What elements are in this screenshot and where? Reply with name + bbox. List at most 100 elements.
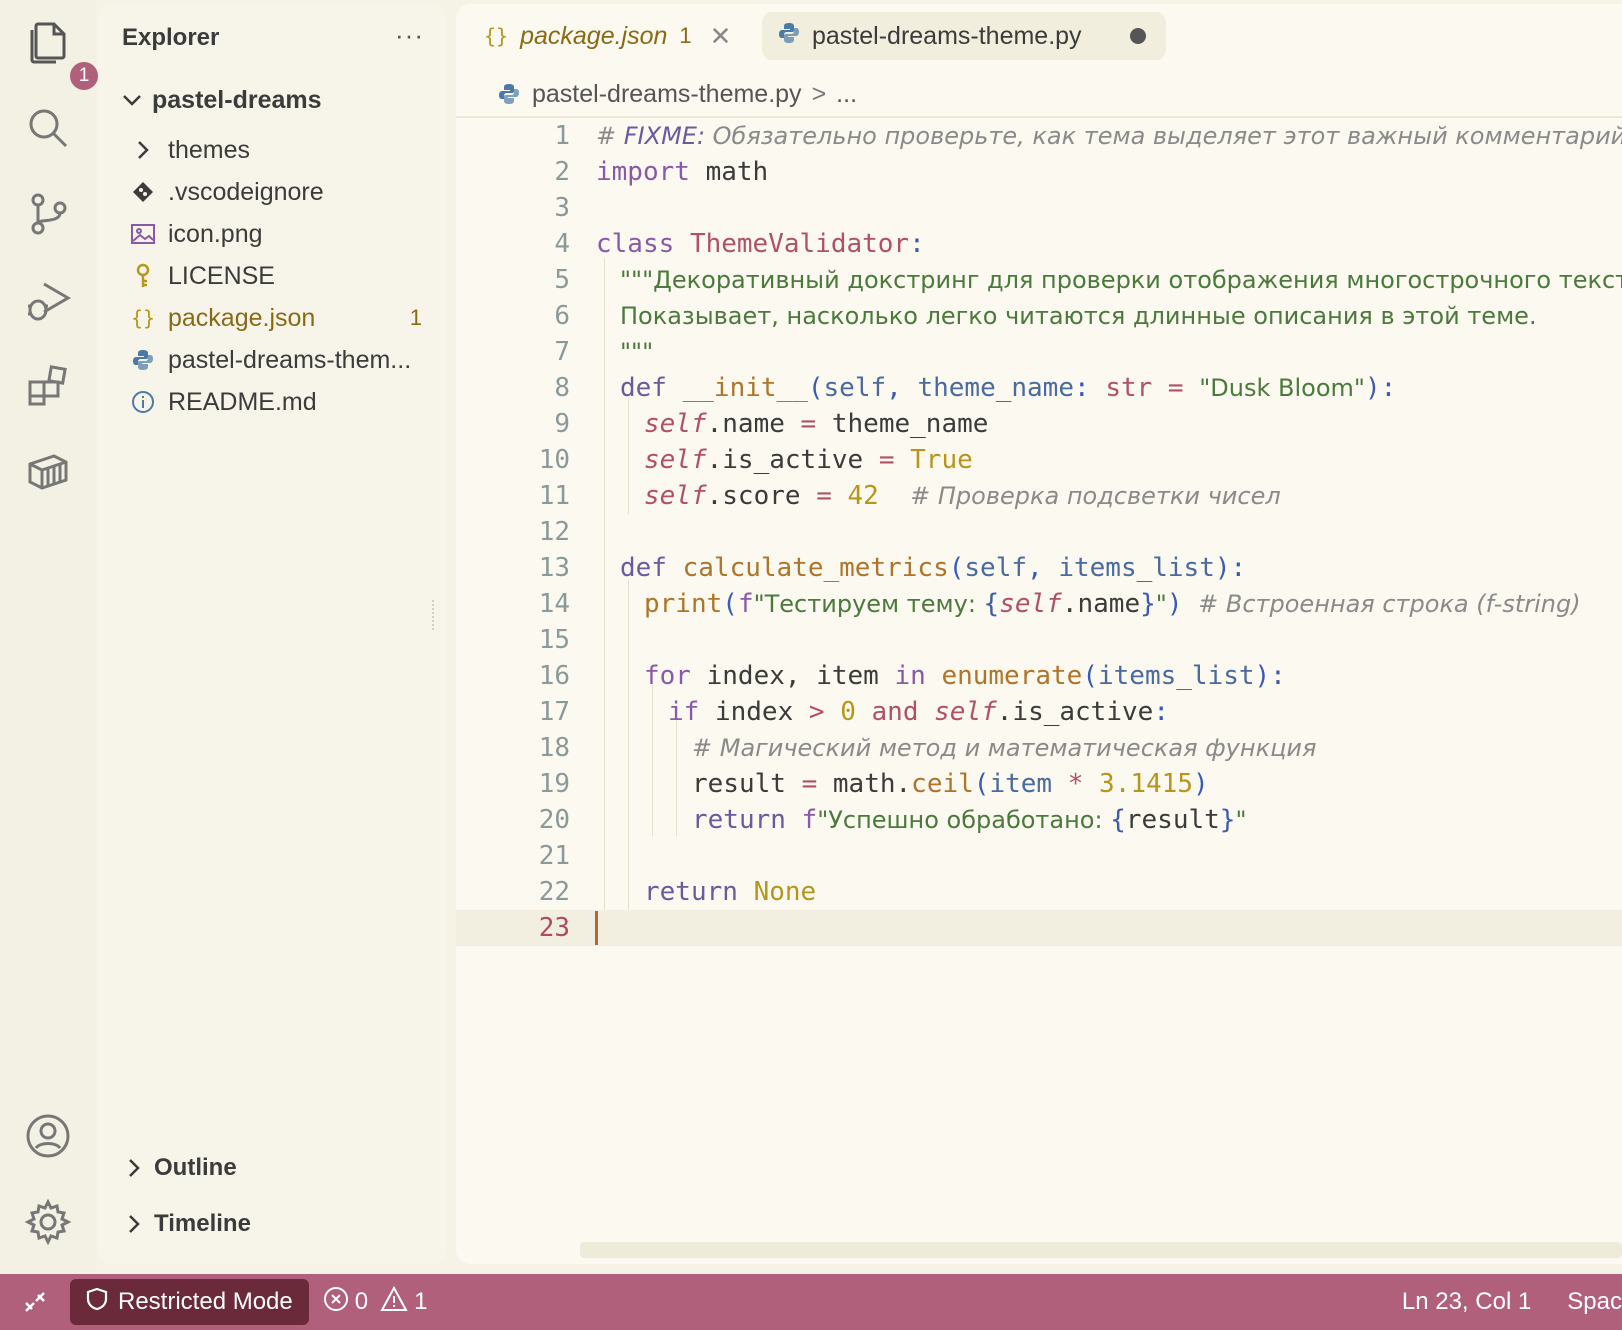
shield-icon bbox=[86, 1287, 108, 1317]
tree-item-label: themes bbox=[168, 135, 250, 164]
python-icon bbox=[128, 349, 158, 371]
activity-bar: 1 bbox=[0, 0, 100, 1272]
code-text: """Декоративный докстринг для проверки о… bbox=[620, 266, 1622, 294]
code-text: """ bbox=[620, 338, 654, 366]
line-number: 15 bbox=[538, 625, 570, 655]
code-line: 22 return None bbox=[456, 874, 1622, 910]
code-text: class ThemeValidator: bbox=[596, 229, 925, 259]
problem-count: 1 bbox=[409, 305, 422, 330]
tab-pastel-dreams-theme-py[interactable]: pastel-dreams-theme.py bbox=[762, 12, 1166, 60]
code-line: 2 import math bbox=[456, 154, 1622, 190]
indentation[interactable]: Spac bbox=[1567, 1288, 1622, 1316]
code-text: if index > 0 and self .is_active: bbox=[668, 697, 1169, 727]
error-icon bbox=[323, 1286, 349, 1319]
code-line: 11 self .score = 42 # Проверка подсветки ч… bbox=[456, 478, 1622, 514]
tree-item-package-json[interactable]: {} package.json 1 bbox=[98, 296, 446, 340]
line-number: 6 bbox=[554, 301, 570, 331]
problems-indicator[interactable]: 0 1 bbox=[323, 1285, 434, 1319]
breadcrumb-symbol[interactable]: ... bbox=[836, 80, 857, 109]
line-number: 16 bbox=[538, 661, 570, 691]
code-text: result = math. ceil(item * 3.1415) bbox=[692, 769, 1209, 799]
warning-count: 1 bbox=[414, 1288, 428, 1315]
more-actions-icon[interactable]: ··· bbox=[395, 20, 424, 51]
run-debug-icon[interactable] bbox=[22, 274, 74, 326]
code-text: self .is_active = True bbox=[644, 445, 973, 475]
sidebar-title: Explorer bbox=[122, 24, 220, 51]
tree-item-label: icon.png bbox=[168, 219, 263, 248]
python-icon bbox=[498, 83, 520, 105]
code-editor[interactable]: 1 # FIXME: Обязательно проверьте, как тем… bbox=[456, 118, 1622, 1264]
folder-name: pastel-dreams bbox=[152, 85, 322, 114]
line-number: 8 bbox=[554, 373, 570, 403]
source-control-icon[interactable] bbox=[22, 188, 74, 240]
breadcrumb-file[interactable]: pastel-dreams-theme.py bbox=[532, 80, 802, 109]
code-line: 12 bbox=[456, 514, 1622, 550]
code-line: 13 def calculate_metrics(self, items_list… bbox=[456, 550, 1622, 586]
settings-gear-icon[interactable] bbox=[22, 1196, 74, 1248]
code-line: 15 bbox=[456, 622, 1622, 658]
tab-package-json[interactable]: {} package.json 1 ✕ bbox=[468, 12, 747, 60]
line-number: 11 bbox=[538, 481, 570, 511]
cursor-position[interactable]: Ln 23, Col 1 bbox=[1402, 1288, 1531, 1316]
info-icon bbox=[128, 390, 158, 414]
code-text: for index, item in enumerate(items_list)… bbox=[644, 661, 1286, 691]
line-number: 2 bbox=[554, 157, 570, 187]
extensions-icon[interactable] bbox=[22, 360, 74, 412]
timeline-section[interactable]: Timeline bbox=[122, 1204, 251, 1244]
tab-label: pastel-dreams-theme.py bbox=[812, 21, 1082, 50]
code-line: 3 bbox=[456, 190, 1622, 226]
tab-problem-count: 1 bbox=[679, 23, 692, 48]
close-icon[interactable]: ✕ bbox=[710, 21, 732, 52]
unsaved-dot-icon[interactable] bbox=[1130, 28, 1146, 44]
code-text: return None bbox=[644, 877, 817, 907]
breadcrumb: pastel-dreams-theme.py > ... bbox=[498, 74, 857, 114]
code-line-current: 23 bbox=[456, 910, 1622, 946]
code-text: self .score = 42 # Проверка подсветки чис… bbox=[644, 481, 1281, 511]
sidebar-sash[interactable] bbox=[432, 600, 438, 630]
breadcrumb-separator: > bbox=[811, 79, 827, 108]
restricted-mode-button[interactable]: Restricted Mode bbox=[70, 1279, 309, 1325]
tree-item-label: .vscodeignore bbox=[168, 177, 324, 206]
line-number: 1 bbox=[554, 121, 570, 151]
remote-icon[interactable] bbox=[0, 1289, 70, 1315]
tree-item-python-file[interactable]: pastel-dreams-them... bbox=[98, 338, 446, 382]
line-number: 12 bbox=[538, 517, 570, 547]
outline-section[interactable]: Outline bbox=[122, 1148, 237, 1188]
line-number: 18 bbox=[538, 733, 570, 763]
tree-item-label: LICENSE bbox=[168, 261, 275, 290]
code-line: 4 class ThemeValidator: bbox=[456, 226, 1622, 262]
tree-item-vscodeignore[interactable]: .vscodeignore bbox=[98, 170, 446, 214]
line-number: 9 bbox=[554, 409, 570, 439]
files-icon[interactable]: 1 bbox=[22, 16, 100, 92]
code-line: 9 self .name = theme_name bbox=[456, 406, 1622, 442]
code-text: self .name = theme_name bbox=[644, 409, 989, 439]
chevron-right-icon bbox=[128, 140, 158, 160]
remote-explorer-icon[interactable] bbox=[22, 446, 74, 498]
error-count: 0 bbox=[354, 1288, 369, 1315]
tree-item-themes[interactable]: themes bbox=[98, 128, 446, 172]
folder-root[interactable]: pastel-dreams bbox=[98, 78, 446, 122]
line-number: 4 bbox=[554, 229, 570, 259]
key-icon bbox=[128, 263, 158, 289]
code-text: def calculate_metrics(self, items_list): bbox=[620, 553, 1247, 583]
horizontal-scrollbar[interactable] bbox=[580, 1242, 1622, 1258]
code-line: 16 for index, item in enumerate(items_lis… bbox=[456, 658, 1622, 694]
tree-item-license[interactable]: LICENSE bbox=[98, 254, 446, 298]
code-line: 17 if index > 0 and self .is_active: bbox=[456, 694, 1622, 730]
code-text: import math bbox=[596, 157, 769, 187]
code-line: 19 result = math. ceil(item * 3.1415) bbox=[456, 766, 1622, 802]
code-line: 1 # FIXME: Обязательно проверьте, как тем… bbox=[456, 118, 1622, 154]
line-number: 23 bbox=[538, 913, 570, 943]
tree-item-readme[interactable]: README.md bbox=[98, 380, 446, 424]
status-bar: Restricted Mode 0 1 Ln 23, Col 1 Spac bbox=[0, 1274, 1622, 1330]
code-line: 20 return f "Успешно обработано: {result} " bbox=[456, 802, 1622, 838]
code-line: 21 bbox=[456, 838, 1622, 874]
chevron-right-icon bbox=[122, 1158, 146, 1178]
search-icon[interactable] bbox=[22, 102, 74, 154]
line-number: 14 bbox=[538, 589, 570, 619]
line-number: 19 bbox=[538, 769, 570, 799]
account-icon[interactable] bbox=[22, 1110, 74, 1162]
code-text: print(f "Тестируем тему: {self .name} ") # … bbox=[644, 589, 1581, 619]
line-number: 5 bbox=[554, 265, 570, 295]
tree-item-icon-png[interactable]: icon.png bbox=[98, 212, 446, 256]
